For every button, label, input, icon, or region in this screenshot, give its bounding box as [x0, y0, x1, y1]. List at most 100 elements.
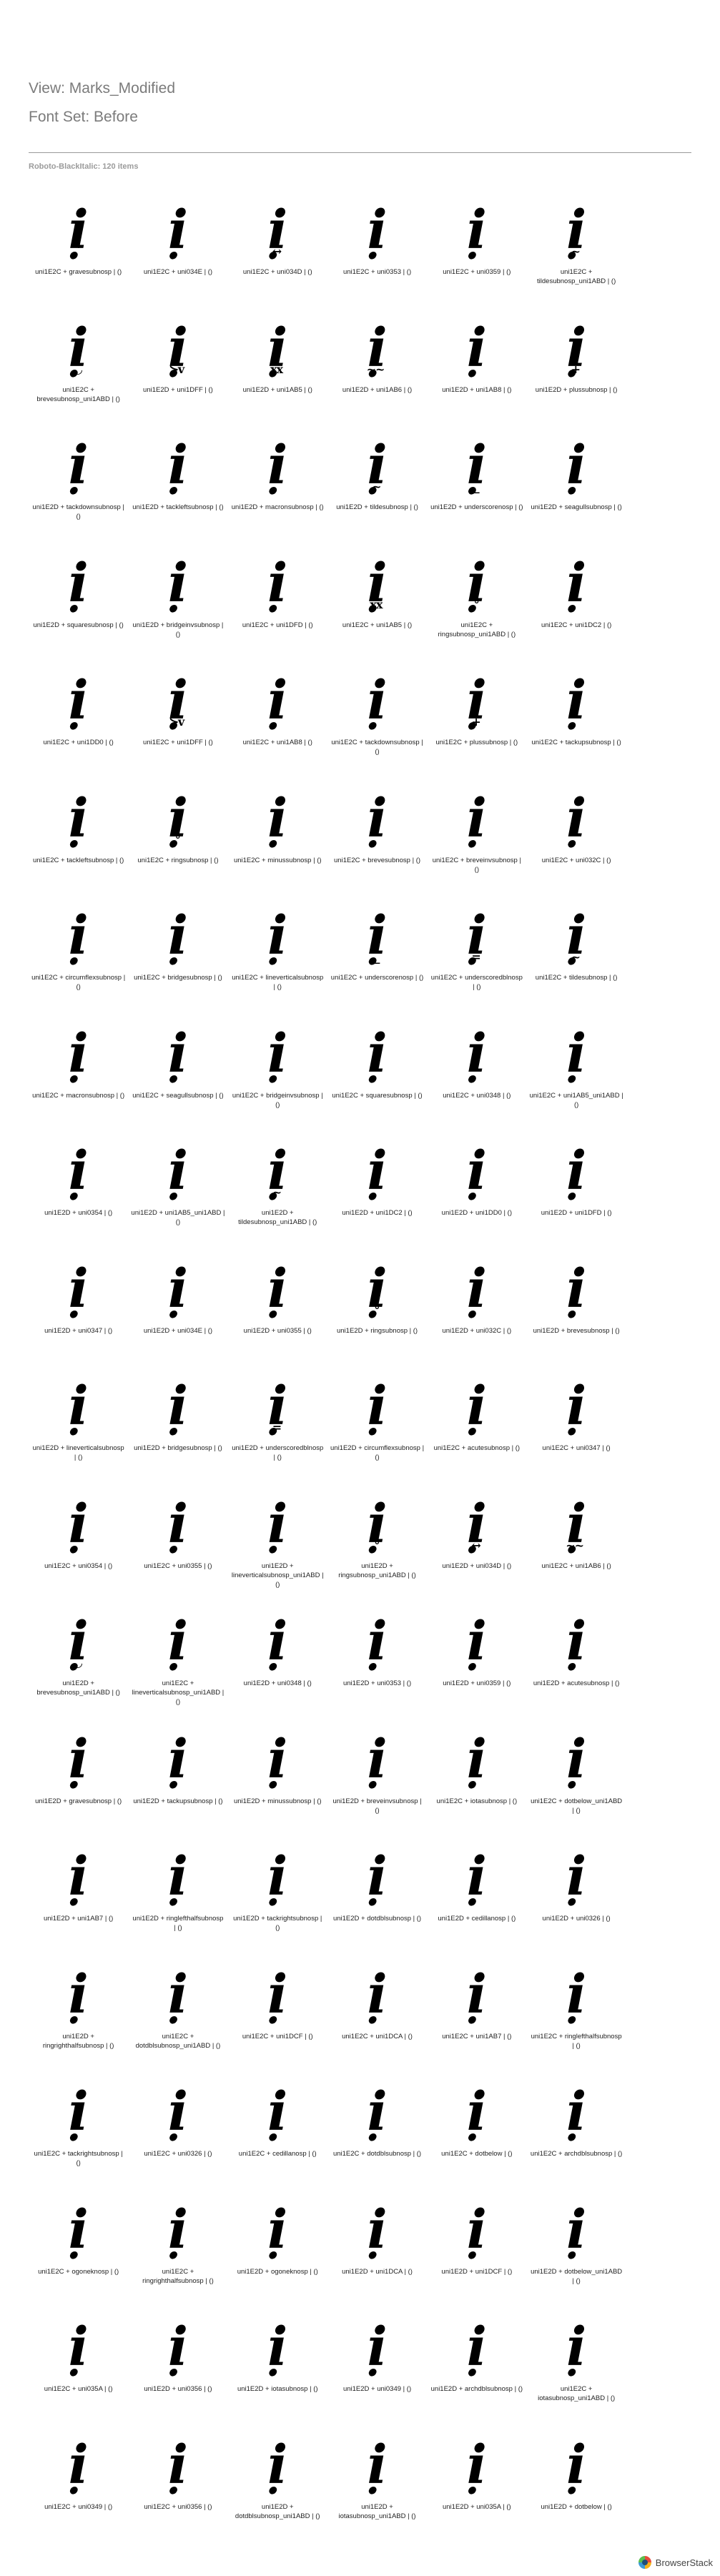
glyph-cell: ị ~~ uni1E2D + uni1AB6 | ()	[327, 320, 427, 438]
glyph-sample: ị	[228, 907, 327, 964]
glyph-cell: ị uni1E2C + circumflexsubnosp | ()	[29, 907, 128, 1025]
glyph-sample: ị ↔	[228, 202, 327, 259]
glyph-cell: ị uni1E2C + dotdblsubnosp_uni1ABD | ()	[128, 1966, 227, 2084]
glyph-label: uni1E2D + tildesubnosp | ()	[336, 503, 418, 511]
glyph-label: uni1E2D + uni0326 | ()	[542, 1915, 611, 1923]
glyph-label: uni1E2C + uni1DCA | ()	[342, 2032, 413, 2040]
glyph-sample: ị	[128, 1731, 227, 1788]
glyph-mark: ~	[571, 245, 581, 258]
divider	[29, 152, 691, 153]
glyph-cell: ị uni1E2C + bridgeinvsubnosp | ()	[228, 1025, 327, 1143]
glyph-cell: ị uni1E2D + macronsubnosp | ()	[228, 437, 327, 555]
glyph-base: ị	[68, 2316, 89, 2378]
glyph-mark: °	[174, 832, 181, 847]
glyph-cell: ị uni1E2C + uni035A | ()	[29, 2319, 128, 2437]
glyph-sample: ị	[128, 2437, 227, 2494]
glyph-label: uni1E2D + uni032C | ()	[442, 1326, 512, 1335]
glyph-sample: ị ~	[526, 907, 626, 964]
glyph-sample: ị	[228, 672, 327, 729]
glyph-label: uni1E2C + underscoredblnosp | ()	[430, 974, 523, 991]
glyph-base: ị	[167, 1493, 188, 1555]
glyph-sample: ịˋ	[29, 202, 128, 259]
glyph-cell: ị uni1E2C + ogoneknosp | ()	[29, 2201, 128, 2319]
glyph-cell: ị uni1E2C + lineverticalsubnosp_uni1ABD |…	[128, 1613, 227, 1731]
glyph-base: ị	[566, 1611, 587, 1672]
glyph-sample: ị	[526, 2437, 626, 2494]
glyph-base: ị	[267, 1846, 288, 1908]
glyph-sample: ị	[327, 790, 427, 847]
glyph-mark: xx	[370, 597, 383, 611]
glyph-label: uni1E2C + brevesubnosp | ()	[334, 856, 421, 864]
glyph-sample: ị	[228, 2437, 327, 2494]
glyph-cell: ị uni1E2C + tackupsubnosp | ()	[526, 672, 626, 790]
glyph-label: uni1E2D + underscorenosp | ()	[430, 503, 523, 511]
glyph-base: ị	[466, 2316, 487, 2378]
glyph-sample: ị	[29, 790, 128, 847]
glyph-base: ị	[367, 2316, 388, 2378]
glyph-base: ị	[267, 1493, 288, 1555]
glyph-base: ị	[167, 1611, 188, 1672]
glyph-sample: ị +	[526, 320, 626, 377]
glyph-base: ị	[367, 670, 388, 731]
glyph-sample: ị	[228, 1496, 327, 1553]
glyph-sample: ị	[526, 2319, 626, 2376]
glyph-sample: ị	[29, 907, 128, 964]
glyph-cell: ị uni1E2C + tackrightsubnosp | ()	[29, 2083, 128, 2201]
glyph-label: uni1E2C + uni0326 | ()	[144, 2150, 212, 2158]
glyph-label: uni1E2D + uni034D | ()	[442, 1561, 512, 1570]
glyph-base: ị	[566, 1022, 587, 1085]
glyph-cell: ị ~ uni1E2D + tildesubnosp | ()	[327, 437, 427, 555]
glyph-label: uni1E2C + uni034D | ()	[242, 268, 312, 276]
glyph-base: ị	[367, 1022, 388, 1085]
glyph-base: ị	[68, 1963, 89, 2025]
glyph-cell: ị uni1E2D + ringrighthalfsubnosp | ()	[29, 1966, 128, 2084]
glyph-sample: ị	[228, 1848, 327, 1905]
glyph-mark: ~	[571, 950, 581, 964]
glyph-cell: ị uni1E2D + tackupsubnosp | ()	[128, 1731, 227, 1849]
glyph-sample: ị	[128, 2319, 227, 2376]
glyph-mark: ~	[372, 480, 381, 493]
glyph-label: uni1E2C + uni0356 | ()	[144, 2502, 212, 2511]
glyph-label: uni1E2C + lineverticalsubnosp | ()	[232, 974, 324, 991]
glyph-sample: ị	[427, 790, 526, 847]
glyph-base: ị	[167, 435, 188, 496]
glyph-label: uni1E2C + uni034E | ()	[143, 268, 213, 276]
glyph-base: ị	[566, 2434, 587, 2496]
glyph-mark: °	[374, 1303, 380, 1317]
glyph-base: ị	[68, 435, 89, 496]
glyph-label: uni1E2C + lineverticalsubnosp_uni1ABD | …	[132, 1679, 225, 1706]
glyph-mark: =	[471, 950, 480, 964]
glyph-cell: ị uni1E2D + uni1DD0 | ()	[427, 1143, 526, 1260]
glyph-sample: ị	[427, 1025, 526, 1082]
glyph-cell: ị uni1E2D + bridgeinvsubnosp | ()	[128, 555, 227, 673]
glyph-sample: ị	[29, 1848, 128, 1905]
glyph-mark: ↔	[272, 245, 282, 258]
glyph-sample: ị	[228, 437, 327, 494]
glyph-mark: ˋ	[75, 1773, 81, 1787]
glyph-mark: =	[272, 1421, 282, 1434]
view-title: View: Marks_Modified	[29, 80, 176, 97]
glyph-sample: ị	[29, 1025, 128, 1082]
glyph-sample: ị	[128, 1260, 227, 1318]
glyph-cell: ị uni1E2D + dotdblsubnosp_uni1ABD | ()	[228, 2437, 327, 2555]
glyph-sample: ị	[29, 1496, 128, 1553]
glyph-cell: ị uni1E2C + archdblsubnosp | ()	[526, 2083, 626, 2201]
glyph-base: ị	[167, 1140, 188, 1202]
glyph-sample: ị	[526, 1966, 626, 2023]
glyph-cell: ị ~ uni1E2C + tildesubnosp | ()	[526, 907, 626, 1025]
glyph-cell: ị uni1E2D + dotbelow_uni1ABD | ()	[526, 2201, 626, 2319]
glyph-sample: ị	[228, 790, 327, 847]
glyph-label: uni1E2D + ringlefthalfsubnosp | ()	[132, 1915, 224, 1932]
glyph-sample: ị	[29, 2319, 128, 2376]
glyph-sample: ịˋ	[29, 1731, 128, 1788]
glyph-base: ị	[68, 552, 89, 614]
glyph-sample: ị	[427, 202, 526, 259]
glyph-cell: ị uni1E2C + iotasubnosp_uni1ABD | ()	[526, 2319, 626, 2437]
glyph-base: ị	[566, 1258, 587, 1320]
glyph-sample: ị	[128, 1378, 227, 1435]
glyph-cell: ị uni1E2C + macronsubnosp | ()	[29, 1025, 128, 1143]
glyph-base: ị	[566, 1728, 587, 1790]
glyph-cell: ị uni1E2C + uni0355 | ()	[128, 1496, 227, 1614]
glyph-sample: ị	[128, 907, 227, 964]
glyph-label: uni1E2C + uni032C | ()	[541, 856, 611, 864]
